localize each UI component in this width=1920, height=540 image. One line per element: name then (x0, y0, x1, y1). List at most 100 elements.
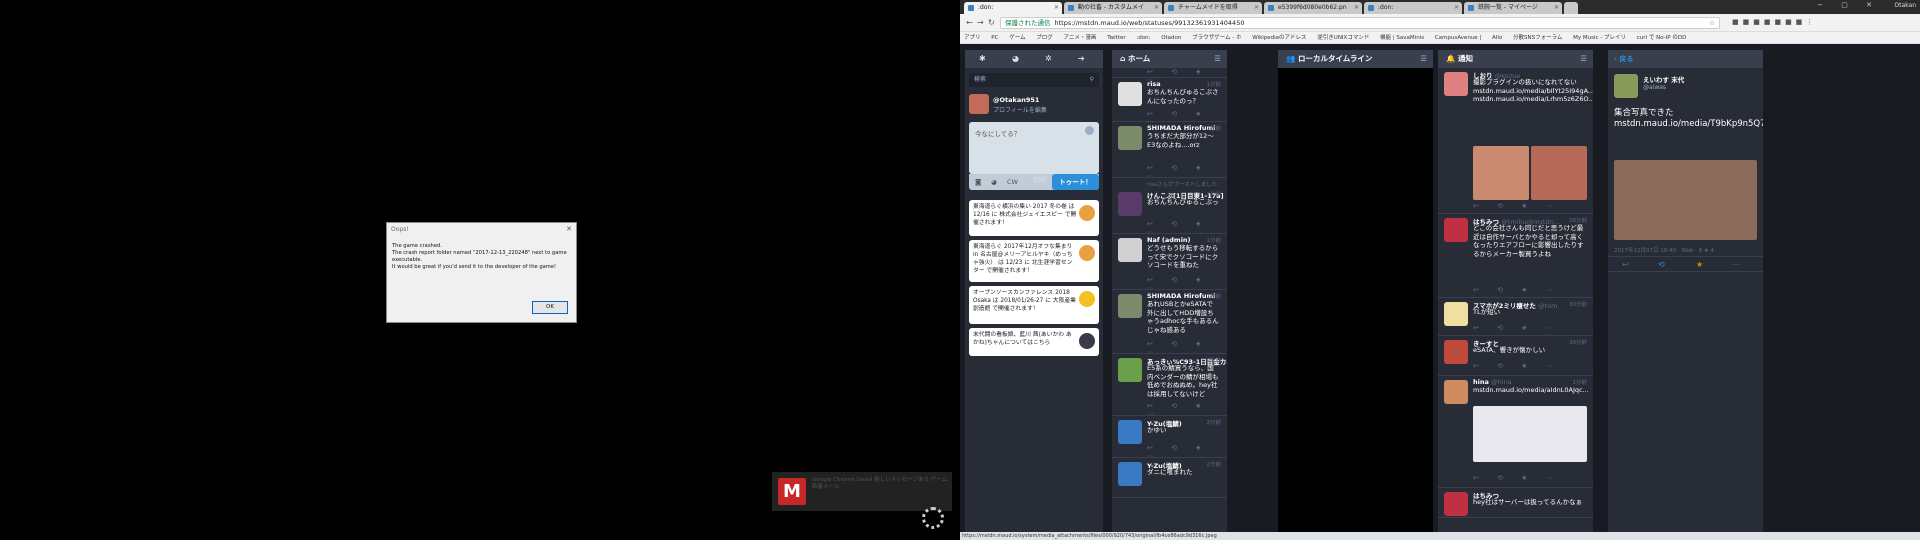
timestamp[interactable]: 1分前 (1207, 124, 1222, 132)
avatar[interactable] (1444, 380, 1468, 404)
status[interactable]: しおり @kozue 撮影プラグインの扱いになれてない mstdn.maud.i… (1438, 68, 1593, 214)
bookmark-item[interactable]: ブログ (1036, 35, 1053, 41)
column-settings-icon[interactable]: ☰ (1580, 50, 1587, 68)
display-name[interactable]: risa (1147, 80, 1161, 88)
status[interactable]: きーすと 39分前 eSATA、響きが懐かしい ↩ ⟲ ★ ⋯ (1438, 336, 1593, 376)
close-tab-icon[interactable]: ✕ (1554, 2, 1559, 14)
window-controls[interactable]: − ▢ ✕ (1817, 1, 1880, 9)
status-actions[interactable]: ↩ ⟲ ★ ⋯ (1473, 286, 1561, 294)
bookmark-item[interactable]: My Music - プレイリ (1573, 35, 1626, 41)
edit-profile-link[interactable]: プロフィールを編集 (993, 105, 1047, 114)
avatar[interactable] (1444, 340, 1468, 364)
avatar[interactable] (1118, 192, 1142, 216)
status-actions[interactable]: ↩ ⟲ ★ ⋯ (1473, 362, 1561, 370)
close-tab-icon[interactable]: ✕ (1254, 2, 1259, 14)
status[interactable]: risa 1分前 おちんちんびゅるこぷさんになったのっ？ ↩ ⟲ ★ ⋯ (1112, 78, 1227, 126)
announcement[interactable]: 末代闘の看板娘、藍川 茜(あいかわ あかね)ちゃんについてはこちら (969, 328, 1099, 356)
timestamp[interactable]: 2分前 (1207, 460, 1222, 468)
close-icon[interactable]: ✕ (566, 225, 572, 233)
status[interactable]: SHIMADA Hirofumi 1分前 うちまだ大部分が12〜E3なのよね..… (1112, 122, 1227, 180)
compose-textarea[interactable]: 今なにしてる？ (969, 122, 1099, 174)
more-icon[interactable]: ⋯ (1732, 260, 1740, 269)
timestamp[interactable]: 2分前 (1207, 356, 1222, 364)
timestamp[interactable]: 30分前 (1569, 300, 1587, 308)
status[interactable]: SHIMADA Hirofumi 1分前 あれUSBとかeSATAで外に出してH… (1112, 290, 1227, 356)
column-settings-icon[interactable]: ☰ (1420, 50, 1427, 68)
close-tab-icon[interactable]: ✕ (1454, 2, 1459, 14)
logout-icon[interactable]: ➔ (1078, 54, 1085, 63)
status[interactable]: はちみつ hey社はサーバーは扱ってるんかなぁ (1438, 488, 1593, 518)
tab[interactable]: 鉄腕一覧 - マイページ ✕ (1464, 2, 1562, 14)
new-tab-button[interactable] (1564, 2, 1578, 14)
boost-icon[interactable]: ⟲ (1658, 260, 1665, 269)
media-thumbnail[interactable] (1473, 146, 1529, 200)
media-photo[interactable] (1614, 160, 1757, 240)
url-input[interactable]: 保護された通信 https://mstdn.maud.io/web/statuse… (1000, 17, 1720, 29)
avatar[interactable] (1444, 218, 1468, 242)
display-name[interactable]: えいわす 末代 (1643, 74, 1684, 84)
bookmark-item[interactable]: CampusAvenue | (1435, 35, 1481, 41)
column-settings-icon[interactable]: ☰ (1214, 50, 1221, 68)
status[interactable]: Naf (admin) 1分前 どうせもう移転するからって宋でクソコードにクソコ… (1112, 234, 1227, 292)
profile-name[interactable]: Otakan (1894, 2, 1916, 9)
reload-icon[interactable]: ↻ (988, 18, 995, 27)
camera-icon[interactable]: ◙ (975, 178, 981, 186)
avatar[interactable] (1444, 492, 1468, 516)
timestamp[interactable]: 39分前 (1569, 338, 1587, 346)
tab[interactable]: チャームメイドを取得 ✕ (1164, 2, 1262, 14)
avatar[interactable] (1118, 126, 1142, 150)
cw-toggle[interactable]: CW (1007, 178, 1018, 186)
extension-icons[interactable]: ■■■■■■■⋮ (1732, 18, 1817, 26)
bookmark-star-icon[interactable]: ☆ (1709, 18, 1715, 28)
avatar[interactable] (1118, 294, 1142, 318)
timestamp[interactable]: 1分前 (1207, 190, 1222, 198)
status[interactable]: Y-Zu(塩鯖) 2分前 かゆい ↩ ⟲ ★ ⋯ (1112, 416, 1227, 460)
timestamp[interactable]: 28分前 (1569, 216, 1587, 224)
asterisk-icon[interactable]: ✱ (979, 54, 986, 63)
status[interactable]: hina @hina 1分前 mstdn.maud.io/media/aIdnL… (1438, 376, 1593, 488)
display-name[interactable]: SHIMADA Hirofumi (1147, 292, 1216, 300)
status[interactable]: あっきぃ%C93-1日目金カ58 2分前 E5系の鯖買うなら、国内ベンダーの鯖が… (1112, 354, 1227, 418)
close-tab-icon[interactable]: ✕ (1154, 2, 1159, 14)
status[interactable]: はちみつ @tmihu@mstdn... 28分前 どこの会社さんも同じだと思う… (1438, 214, 1593, 298)
search-input[interactable]: 検索 ⚲ (969, 73, 1099, 87)
tab[interactable]: e5399f6d080e0b62.pn ✕ (1264, 2, 1362, 14)
emoji-icon[interactable] (1085, 126, 1094, 135)
bookmark-item[interactable]: 機能 | SavaMinis (1380, 35, 1424, 41)
bookmark-item[interactable]: Allo (1492, 35, 1502, 41)
avatar[interactable] (1118, 358, 1142, 382)
reply-icon[interactable]: ↩ (1622, 260, 1629, 269)
bookmark-item[interactable]: 逆引きUNIXコマンド (1317, 35, 1369, 41)
handle[interactable]: @aiwas (1643, 84, 1666, 91)
avatar[interactable] (1118, 82, 1142, 106)
bookmark-item[interactable]: Wikipediaのアドレス (1252, 35, 1306, 41)
favourite-star-icon[interactable]: ★ (1696, 260, 1703, 269)
back-button[interactable]: ‹ 戻る (1614, 50, 1633, 68)
column-header[interactable]: 👥 ローカルタイムライン ☰ (1278, 50, 1433, 68)
status[interactable]: Y-Zu(塩鯖) 2分前 ダニに喰まれた (1112, 458, 1227, 498)
tab[interactable]: :don: ✕ (1364, 2, 1462, 14)
back-arrow-icon[interactable]: ← (966, 18, 973, 27)
announcement[interactable]: 東海道らぐ 2017年12月オフな集まり in 名古屋@メリーアヒルヤキ（めっち… (969, 240, 1099, 282)
bookmark-item[interactable]: ブラウザゲーム - ホ (1192, 35, 1241, 41)
display-name[interactable]: hina @hina (1473, 378, 1512, 386)
tab[interactable]: 動の社畜 - カスタムメイ ✕ (1064, 2, 1162, 14)
avatar[interactable] (1118, 420, 1142, 444)
timestamp[interactable]: 1分前 (1207, 236, 1222, 244)
avatar[interactable] (1444, 302, 1468, 326)
status[interactable]: スマホが2ミリ痩せた @tom 30分前 TLが短い ↩ ⟲ ★ ⋯ (1438, 298, 1593, 336)
bookmark-item[interactable]: curl で No-IP のDD (1637, 35, 1687, 41)
avatar[interactable] (1118, 462, 1142, 486)
tab[interactable]: :don: ✕ (964, 2, 1062, 14)
timestamp[interactable]: 1分前 (1573, 378, 1588, 386)
close-tab-icon[interactable]: ✕ (1054, 2, 1059, 14)
gear-icon[interactable]: ✲ (1045, 54, 1052, 63)
bookmark-item[interactable]: PC (991, 35, 998, 41)
account-card[interactable]: @Otakan951 プロフィールを編集 (969, 94, 1099, 116)
bookmark-item[interactable]: Otadon (1161, 35, 1181, 41)
media-thumbnail[interactable] (1473, 406, 1587, 462)
bookmark-item[interactable]: アニメ・漫画 (1064, 35, 1097, 41)
globe-privacy-icon[interactable]: ◕ (991, 178, 997, 186)
close-tab-icon[interactable]: ✕ (1354, 2, 1359, 14)
gmail-notification[interactable]: M Google Chrome Gmail 新しいメッセージあり ゲーム 新着メ… (772, 472, 952, 511)
